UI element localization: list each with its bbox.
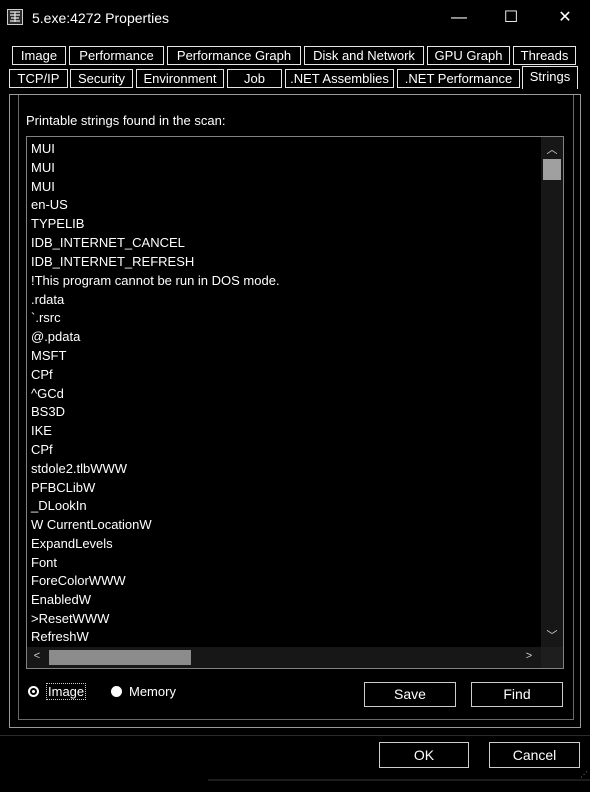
tab-security[interactable]: Security: [70, 69, 133, 88]
radio-memory[interactable]: Memory: [111, 683, 176, 699]
list-item[interactable]: .rdata: [31, 290, 64, 309]
status-line: [208, 779, 590, 781]
scroll-up-icon[interactable]: ︿: [541, 141, 563, 157]
list-item[interactable]: stdole2.tlbWWW: [31, 459, 127, 478]
footer-divider: [0, 735, 590, 736]
minimize-button[interactable]: —: [434, 0, 484, 36]
list-item[interactable]: CPf: [31, 365, 53, 384]
list-item[interactable]: ForeColorWWW: [31, 571, 126, 590]
list-item[interactable]: Font: [31, 553, 57, 572]
scroll-right-icon[interactable]: >: [523, 650, 535, 662]
strings-list[interactable]: MUI MUI MUI en-US TYPELIB IDB_INTERNET_C…: [26, 136, 564, 669]
list-item[interactable]: EnabledW: [31, 590, 91, 609]
vertical-scrollbar[interactable]: ︿ ﹀: [541, 137, 563, 649]
maximize-button[interactable]: ☐: [486, 0, 536, 36]
list-item[interactable]: BS3D: [31, 402, 65, 421]
vertical-scroll-thumb[interactable]: [543, 159, 561, 180]
tab-threads[interactable]: Threads: [513, 46, 576, 65]
list-item[interactable]: ^GCd: [31, 384, 64, 403]
list-item[interactable]: IDB_INTERNET_REFRESH: [31, 252, 194, 271]
list-item[interactable]: RefreshW: [31, 627, 89, 646]
find-button[interactable]: Find: [471, 682, 563, 707]
tab-performance-graph[interactable]: Performance Graph: [167, 46, 301, 65]
save-button[interactable]: Save: [364, 682, 456, 707]
radio-unselected-icon[interactable]: [111, 685, 122, 697]
horizontal-scroll-thumb[interactable]: [49, 650, 191, 665]
tab-strings[interactable]: Strings: [522, 66, 578, 89]
horizontal-scrollbar[interactable]: < >: [27, 647, 541, 668]
radio-image-label: Image: [46, 682, 87, 700]
process-explorer-icon: [7, 9, 23, 25]
scrollbar-corner: [541, 647, 563, 668]
list-item[interactable]: IDB_INTERNET_CANCEL: [31, 233, 185, 252]
list-item[interactable]: MUI: [31, 158, 55, 177]
list-item[interactable]: MUI: [31, 177, 55, 196]
resize-grip-icon[interactable]: ⋰: [580, 770, 588, 779]
tab-gpu-graph[interactable]: GPU Graph: [427, 46, 510, 65]
cancel-button[interactable]: Cancel: [489, 742, 580, 768]
radio-image[interactable]: Image: [28, 682, 87, 700]
list-item[interactable]: `.rsrc: [31, 308, 61, 327]
list-item[interactable]: ExpandLevels: [31, 534, 113, 553]
scroll-down-icon[interactable]: ﹀: [541, 627, 563, 643]
ok-button[interactable]: OK: [379, 742, 469, 768]
list-item[interactable]: MUI: [31, 139, 55, 158]
strings-heading: Printable strings found in the scan:: [26, 113, 226, 128]
list-item[interactable]: MSFT: [31, 346, 66, 365]
scroll-left-icon[interactable]: <: [31, 650, 43, 662]
tab-net-assemblies[interactable]: .NET Assemblies: [285, 69, 394, 88]
list-item[interactable]: PFBCLibW: [31, 478, 95, 497]
list-item[interactable]: CPf: [31, 440, 53, 459]
tab-image[interactable]: Image: [12, 46, 66, 65]
list-item[interactable]: >ResetWWW: [31, 609, 109, 628]
window-title: 5.exe:4272 Properties: [32, 10, 169, 26]
tab-job[interactable]: Job: [227, 69, 282, 88]
list-item[interactable]: @.pdata: [31, 327, 80, 346]
tab-tcp-ip[interactable]: TCP/IP: [9, 69, 68, 88]
list-item[interactable]: TYPELIB: [31, 214, 84, 233]
list-item[interactable]: IKE: [31, 421, 52, 440]
title-bar: 5.exe:4272 Properties — ☐ ✕: [0, 0, 590, 36]
list-item[interactable]: en-US: [31, 195, 68, 214]
tab-disk-and-network[interactable]: Disk and Network: [304, 46, 424, 65]
list-item[interactable]: !This program cannot be run in DOS mode.: [31, 271, 280, 290]
tab-environment[interactable]: Environment: [136, 69, 224, 88]
radio-memory-label: Memory: [129, 683, 176, 699]
list-item[interactable]: W CurrentLocationW: [31, 515, 152, 534]
tab-performance[interactable]: Performance: [69, 46, 164, 65]
radio-selected-icon[interactable]: [28, 685, 39, 697]
close-button[interactable]: ✕: [540, 0, 590, 36]
list-item[interactable]: _DLookIn: [31, 496, 87, 515]
tab-net-performance[interactable]: .NET Performance: [397, 69, 520, 88]
